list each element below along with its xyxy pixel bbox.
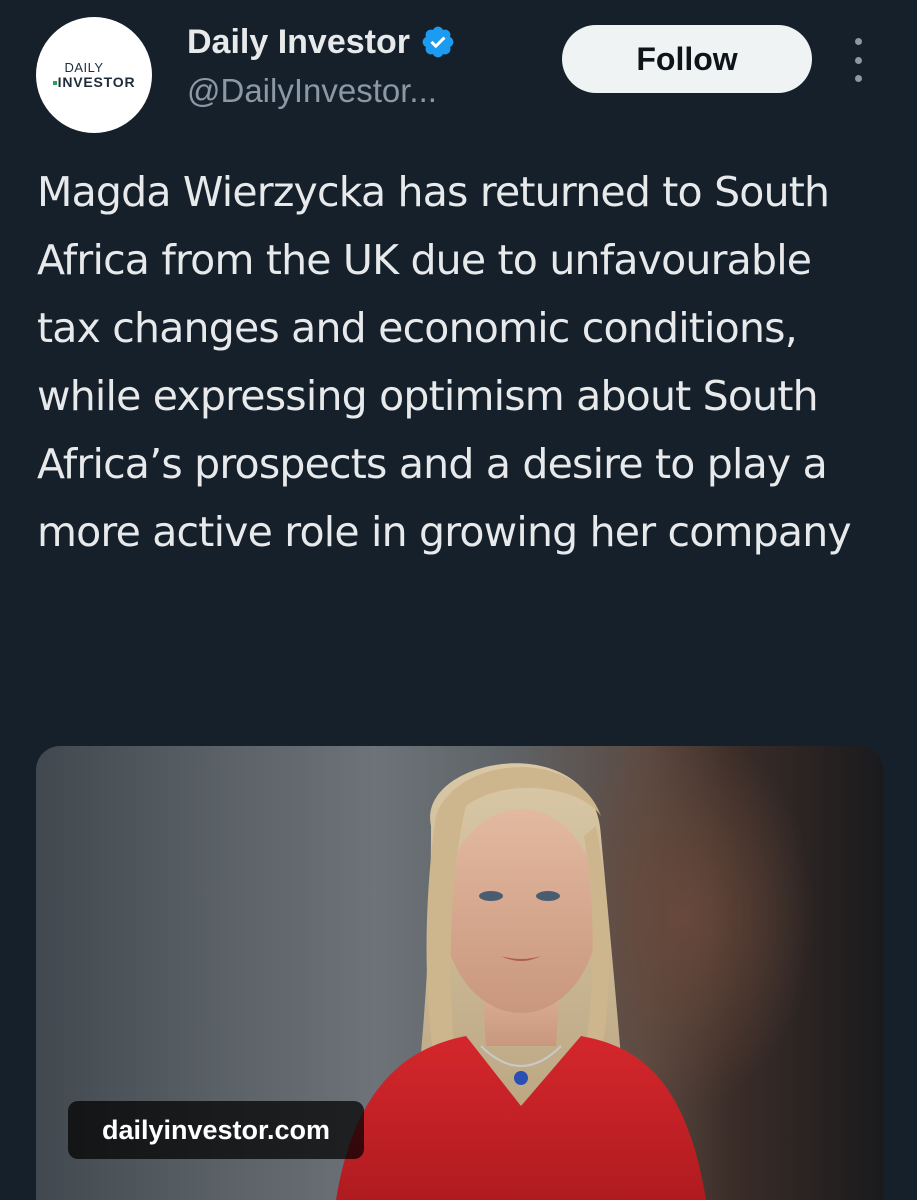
more-dot xyxy=(854,75,862,82)
more-dot xyxy=(854,38,862,45)
author-handle[interactable]: @DailyInvestor... xyxy=(187,72,437,110)
author-display-name[interactable]: Daily Investor xyxy=(187,23,410,62)
follow-button[interactable]: Follow xyxy=(562,25,812,93)
avatar-logo-line1: DAILY xyxy=(64,59,104,75)
avatar-logo-line2: INVESTOR xyxy=(57,73,136,90)
link-domain-badge[interactable]: dailyinvestor.com xyxy=(68,1101,364,1159)
tweet-card: DAILY INVESTOR Daily Investor @DailyInve… xyxy=(0,0,917,1200)
more-options-icon[interactable] xyxy=(846,38,870,82)
verified-badge-icon xyxy=(422,26,454,58)
more-dot xyxy=(854,56,862,64)
avatar[interactable]: DAILY INVESTOR xyxy=(36,17,152,133)
tweet-text: Magda Wierzycka has returned to South Af… xyxy=(37,168,852,556)
avatar-logo-dot xyxy=(52,80,57,85)
author-name-row: Daily Investor xyxy=(187,20,456,64)
